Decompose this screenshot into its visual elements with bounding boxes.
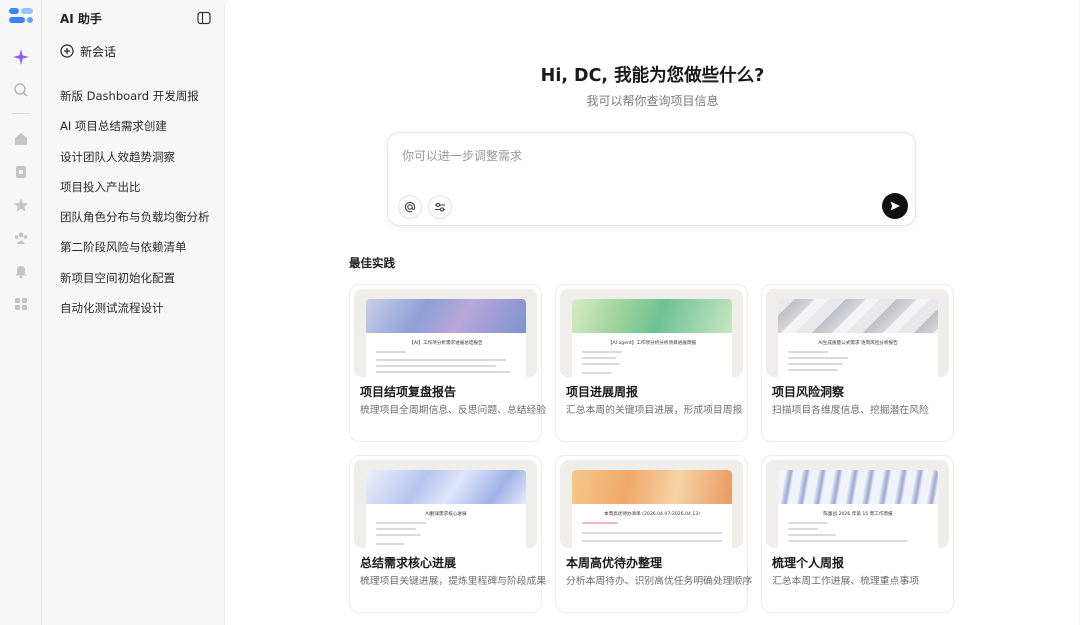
new-chat-button[interactable]: 新会话 <box>60 42 116 60</box>
bell-icon[interactable] <box>12 262 30 280</box>
rail-divider <box>11 113 30 114</box>
chat-history-item[interactable]: 自动化测试流程设计 <box>60 297 220 327</box>
chat-history-item[interactable]: 第二阶段风险与依赖清单 <box>60 236 220 266</box>
chat-history-item[interactable]: AI 项目总结需求创建 <box>60 115 220 145</box>
card-doc-title: 【AI agent】工作项分析分析项目进展周报 <box>607 341 697 346</box>
main-panel: Hi, DC, 我能为您做些什么? 我可以帮你查询项目信息 你可以进一步调整需求… <box>224 0 1079 625</box>
card-description: 分析本周待办、识别高优任务明确处理顺序 <box>566 576 753 587</box>
new-chat-label: 新会话 <box>80 44 117 59</box>
team-icon[interactable] <box>12 229 30 247</box>
card-thumbnail: 陈童战 2026 年第 15 周工作周报 <box>766 460 949 548</box>
at-mention-button[interactable] <box>398 195 422 219</box>
card-thumbnail: AI生成质量公式需求 逐周风险分析报告 <box>766 289 949 377</box>
card-title: 本周高优待办整理 <box>566 556 663 570</box>
greeting-subtitle: 我可以帮你查询项目信息 <box>586 94 719 108</box>
star-icon[interactable] <box>12 196 30 214</box>
chat-history-item[interactable]: 新项目空间初始化配置 <box>60 267 220 297</box>
at-mention-icon <box>404 201 416 213</box>
card-thumbnail: 【AI】工作项分析需求进展总结报告 <box>354 289 537 377</box>
chat-history-item[interactable]: 团队角色分布与负载均衡分析 <box>60 206 220 236</box>
chat-composer[interactable]: 你可以进一步调整需求 <box>387 132 916 226</box>
card-title: 梳理个人周报 <box>772 556 845 570</box>
template-card[interactable]: AI翻译需求核心进展 总结需求核心进展 梳理项目关键进展，提炼里程碑与阶段成果 <box>349 455 546 613</box>
app-logo-icon[interactable] <box>8 8 33 26</box>
card-description: 汇总本周工作进展、梳理重点事项 <box>772 576 919 587</box>
best-practices-title: 最佳实践 <box>349 256 395 270</box>
card-description: 扫描项目各维度信息、挖掘潜在风险 <box>772 405 929 416</box>
chat-history-item[interactable]: 设计团队人效趋势洞察 <box>60 146 220 176</box>
card-thumbnail: 本周高优待办清单 (2026.04.07-2026.04.13) <box>560 460 743 548</box>
card-description: 梳理项目全周期信息、反思问题、总结经验 <box>360 405 547 416</box>
card-title: 项目风险洞察 <box>772 385 845 399</box>
sidebar-collapse-icon[interactable] <box>197 10 211 25</box>
composer-placeholder[interactable]: 你可以进一步调整需求 <box>402 147 522 164</box>
sidebar-title: AI 助手 <box>60 12 102 26</box>
card-title: 总结需求核心进展 <box>360 556 457 570</box>
template-card[interactable]: 陈童战 2026 年第 15 周工作周报 梳理个人周报 汇总本周工作进展、梳理重… <box>761 455 954 613</box>
greeting-title: Hi, DC, 我能为您做些什么? <box>540 66 765 86</box>
plus-circle-icon <box>60 44 74 58</box>
icon-rail <box>0 0 42 625</box>
send-button[interactable] <box>882 193 908 219</box>
card-description: 梳理项目关键进展，提炼里程碑与阶段成果 <box>360 576 547 587</box>
send-arrow-icon <box>890 201 900 211</box>
card-title: 项目结项复盘报告 <box>360 385 457 399</box>
settings-sliders-icon <box>435 202 445 212</box>
settings-button[interactable] <box>428 195 452 219</box>
chat-history-item[interactable]: 新版 Dashboard 开发周报 <box>60 85 220 115</box>
card-doc-title: AI生成质量公式需求 逐周风险分析报告 <box>818 341 898 346</box>
sparkle-icon[interactable] <box>12 48 30 66</box>
template-card[interactable]: 本周高优待办清单 (2026.04.07-2026.04.13) 本周高优待办整… <box>555 455 752 613</box>
chat-history-list: 新版 Dashboard 开发周报 AI 项目总结需求创建 设计团队人效趋势洞察… <box>60 85 220 327</box>
chat-history-item[interactable]: 项目投入产出比 <box>60 176 220 206</box>
template-card[interactable]: AI生成质量公式需求 逐周风险分析报告 项目风险洞察 扫描项目各维度信息、挖掘潜… <box>761 284 954 442</box>
card-doc-title: 陈童战 2026 年第 15 周工作周报 <box>823 512 893 517</box>
document-icon[interactable] <box>12 163 30 181</box>
card-doc-title: 【AI】工作项分析需求进展总结报告 <box>409 341 483 346</box>
apps-grid-icon[interactable] <box>12 295 30 313</box>
card-thumbnail: AI翻译需求核心进展 <box>354 460 537 548</box>
template-card[interactable]: 【AI】工作项分析需求进展总结报告 项目结项复盘报告 梳理项目全周期信息、反思问… <box>349 284 546 442</box>
card-doc-title: AI翻译需求核心进展 <box>425 512 467 517</box>
card-description: 汇总本周的关键项目进展，形成项目周报 <box>566 405 743 416</box>
template-card[interactable]: 【AI agent】工作项分析分析项目进展周报 项目进展周报 汇总本周的关键项目… <box>555 284 748 442</box>
search-icon[interactable] <box>12 81 30 99</box>
card-thumbnail: 【AI agent】工作项分析分析项目进展周报 <box>560 289 743 377</box>
home-icon[interactable] <box>12 130 30 148</box>
card-title: 项目进展周报 <box>566 385 639 399</box>
card-doc-title: 本周高优待办清单 (2026.04.07-2026.04.13) <box>603 512 701 517</box>
chat-sidebar: AI 助手 新会话 新版 Dashboard 开发周报 AI 项目总结需求创建 … <box>42 0 224 625</box>
